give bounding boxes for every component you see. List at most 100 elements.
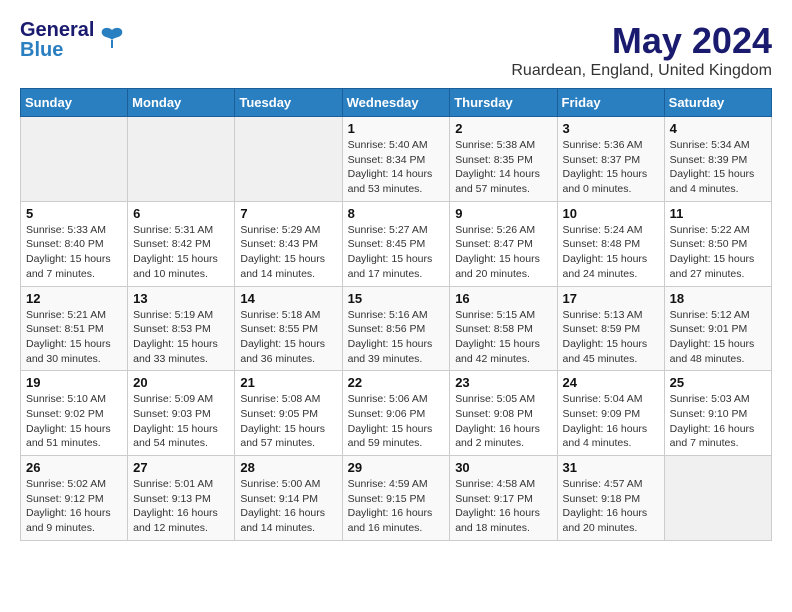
calendar-cell: 31 Sunrise: 4:57 AMSunset: 9:18 PMDayligh… [557,456,664,541]
calendar-cell: 3 Sunrise: 5:36 AMSunset: 8:37 PMDaylight… [557,117,664,202]
calendar-cell: 27 Sunrise: 5:01 AMSunset: 9:13 PMDayligh… [128,456,235,541]
day-info: Sunrise: 5:02 AMSunset: 9:12 PMDaylight:… [26,477,122,536]
weekday-header-thursday: Thursday [450,89,557,117]
calendar-cell: 13 Sunrise: 5:19 AMSunset: 8:53 PMDayligh… [128,286,235,371]
day-number: 16 [455,291,551,306]
day-info: Sunrise: 5:03 AMSunset: 9:10 PMDaylight:… [670,392,766,451]
day-info: Sunrise: 5:33 AMSunset: 8:40 PMDaylight:… [26,223,122,282]
day-info: Sunrise: 5:38 AMSunset: 8:35 PMDaylight:… [455,138,551,197]
calendar-cell: 10 Sunrise: 5:24 AMSunset: 8:48 PMDayligh… [557,201,664,286]
calendar-cell: 23Sunrise: 5:05 AMSunset: 9:08 PMDayligh… [450,371,557,456]
day-info: Sunrise: 5:05 AMSunset: 9:08 PMDaylight:… [455,392,551,451]
calendar-week-row: 5 Sunrise: 5:33 AMSunset: 8:40 PMDaylight… [21,201,772,286]
weekday-header-wednesday: Wednesday [342,89,450,117]
day-number: 10 [563,206,659,221]
day-number: 31 [563,460,659,475]
day-number: 5 [26,206,122,221]
calendar-cell: 6 Sunrise: 5:31 AMSunset: 8:42 PMDaylight… [128,201,235,286]
day-number: 24 [563,375,659,390]
day-number: 29 [348,460,445,475]
logo-bird-icon [98,24,126,52]
calendar-cell: 26 Sunrise: 5:02 AMSunset: 9:12 PMDayligh… [21,456,128,541]
day-info: Sunrise: 5:04 AMSunset: 9:09 PMDaylight:… [563,392,659,451]
logo-general: General [20,20,94,40]
day-info: Sunrise: 4:59 AMSunset: 9:15 PMDaylight:… [348,477,445,536]
calendar-cell: 9Sunrise: 5:26 AMSunset: 8:47 PMDaylight… [450,201,557,286]
day-info: Sunrise: 5:01 AMSunset: 9:13 PMDaylight:… [133,477,229,536]
day-number: 3 [563,121,659,136]
day-number: 12 [26,291,122,306]
weekday-header-sunday: Sunday [21,89,128,117]
calendar-cell: 2 Sunrise: 5:38 AMSunset: 8:35 PMDaylight… [450,117,557,202]
calendar-cell: 1Sunrise: 5:40 AMSunset: 8:34 PMDaylight… [342,117,450,202]
calendar-cell: 24 Sunrise: 5:04 AMSunset: 9:09 PMDayligh… [557,371,664,456]
day-number: 15 [348,291,445,306]
day-info: Sunrise: 5:24 AMSunset: 8:48 PMDaylight:… [563,223,659,282]
calendar-cell [235,117,342,202]
day-info: Sunrise: 5:40 AMSunset: 8:34 PMDaylight:… [348,138,445,197]
day-info: Sunrise: 5:09 AMSunset: 9:03 PMDaylight:… [133,392,229,451]
day-info: Sunrise: 5:26 AMSunset: 8:47 PMDaylight:… [455,223,551,282]
calendar-table: SundayMondayTuesdayWednesdayThursdayFrid… [20,88,772,541]
calendar-cell: 28Sunrise: 5:00 AMSunset: 9:14 PMDayligh… [235,456,342,541]
weekday-header-monday: Monday [128,89,235,117]
calendar-cell: 16Sunrise: 5:15 AMSunset: 8:58 PMDayligh… [450,286,557,371]
calendar-cell: 15 Sunrise: 5:16 AMSunset: 8:56 PMDayligh… [342,286,450,371]
day-info: Sunrise: 5:36 AMSunset: 8:37 PMDaylight:… [563,138,659,197]
day-number: 25 [670,375,766,390]
day-info: Sunrise: 4:58 AMSunset: 9:17 PMDaylight:… [455,477,551,536]
day-number: 30 [455,460,551,475]
calendar-cell: 4 Sunrise: 5:34 AMSunset: 8:39 PMDaylight… [664,117,771,202]
day-info: Sunrise: 5:13 AMSunset: 8:59 PMDaylight:… [563,308,659,367]
calendar-cell: 12 Sunrise: 5:21 AMSunset: 8:51 PMDayligh… [21,286,128,371]
calendar-cell: 20 Sunrise: 5:09 AMSunset: 9:03 PMDayligh… [128,371,235,456]
calendar-cell: 14Sunrise: 5:18 AMSunset: 8:55 PMDayligh… [235,286,342,371]
logo: General Blue [20,20,126,60]
day-number: 28 [240,460,336,475]
calendar-cell: 17 Sunrise: 5:13 AMSunset: 8:59 PMDayligh… [557,286,664,371]
calendar-cell: 29 Sunrise: 4:59 AMSunset: 9:15 PMDayligh… [342,456,450,541]
calendar-cell: 22 Sunrise: 5:06 AMSunset: 9:06 PMDayligh… [342,371,450,456]
calendar-cell: 30 Sunrise: 4:58 AMSunset: 9:17 PMDayligh… [450,456,557,541]
logo-blue: Blue [20,40,94,60]
day-info: Sunrise: 5:21 AMSunset: 8:51 PMDaylight:… [26,308,122,367]
day-info: Sunrise: 5:29 AMSunset: 8:43 PMDaylight:… [240,223,336,282]
day-info: Sunrise: 5:06 AMSunset: 9:06 PMDaylight:… [348,392,445,451]
day-info: Sunrise: 4:57 AMSunset: 9:18 PMDaylight:… [563,477,659,536]
day-number: 18 [670,291,766,306]
day-number: 20 [133,375,229,390]
day-info: Sunrise: 5:34 AMSunset: 8:39 PMDaylight:… [670,138,766,197]
day-info: Sunrise: 5:31 AMSunset: 8:42 PMDaylight:… [133,223,229,282]
day-number: 11 [670,206,766,221]
day-number: 26 [26,460,122,475]
day-number: 17 [563,291,659,306]
day-number: 6 [133,206,229,221]
day-number: 27 [133,460,229,475]
day-info: Sunrise: 5:12 AMSunset: 9:01 PMDaylight:… [670,308,766,367]
day-info: Sunrise: 5:16 AMSunset: 8:56 PMDaylight:… [348,308,445,367]
day-number: 22 [348,375,445,390]
day-number: 2 [455,121,551,136]
calendar-cell [128,117,235,202]
day-number: 4 [670,121,766,136]
calendar-cell: 11Sunrise: 5:22 AMSunset: 8:50 PMDayligh… [664,201,771,286]
calendar-cell [664,456,771,541]
title-block: May 2024 Ruardean, England, United Kingd… [511,20,772,80]
day-number: 7 [240,206,336,221]
calendar-cell [21,117,128,202]
day-info: Sunrise: 5:10 AMSunset: 9:02 PMDaylight:… [26,392,122,451]
calendar-cell: 8Sunrise: 5:27 AMSunset: 8:45 PMDaylight… [342,201,450,286]
day-info: Sunrise: 5:19 AMSunset: 8:53 PMDaylight:… [133,308,229,367]
calendar-week-row: 19 Sunrise: 5:10 AMSunset: 9:02 PMDayligh… [21,371,772,456]
day-number: 8 [348,206,445,221]
location: Ruardean, England, United Kingdom [511,62,772,80]
page-header: General Blue May 2024 Ruardean, England,… [20,20,772,80]
day-number: 19 [26,375,122,390]
calendar-cell: 18 Sunrise: 5:12 AMSunset: 9:01 PMDayligh… [664,286,771,371]
calendar-cell: 19 Sunrise: 5:10 AMSunset: 9:02 PMDayligh… [21,371,128,456]
day-number: 13 [133,291,229,306]
day-number: 14 [240,291,336,306]
weekday-header-saturday: Saturday [664,89,771,117]
calendar-week-row: 26 Sunrise: 5:02 AMSunset: 9:12 PMDayligh… [21,456,772,541]
calendar-week-row: 1Sunrise: 5:40 AMSunset: 8:34 PMDaylight… [21,117,772,202]
